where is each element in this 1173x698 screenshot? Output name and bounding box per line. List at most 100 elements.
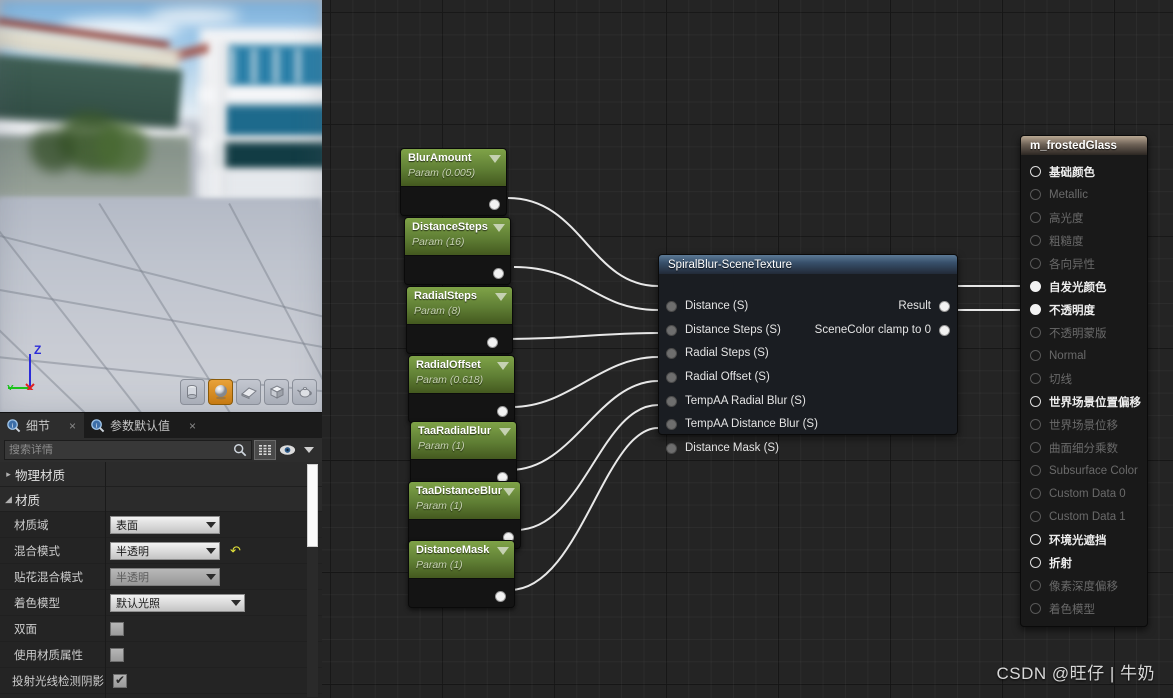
- material-graph-canvas[interactable]: BlurAmount Param (0.005) DistanceSteps P…: [322, 0, 1173, 698]
- column-layout-button[interactable]: [254, 440, 276, 460]
- cast-ray-traced-shadows-checkbox[interactable]: [113, 673, 127, 688]
- node-material-output[interactable]: m_frostedGlass 基础颜色 Metallic 高光度 粗糙度 各向异…: [1020, 135, 1148, 627]
- material-pin-base-color[interactable]: 基础颜色: [1021, 160, 1147, 183]
- blend-mode-combo[interactable]: 半透明: [110, 541, 220, 560]
- input-pin[interactable]: [1030, 327, 1041, 338]
- output-pin[interactable]: [495, 591, 506, 602]
- property-scrollbar-thumb[interactable]: [307, 464, 318, 547]
- node-header[interactable]: DistanceSteps Param (16): [405, 218, 510, 256]
- tab-details-close[interactable]: ×: [69, 419, 76, 433]
- output-pin[interactable]: [939, 300, 950, 312]
- output-pin[interactable]: [939, 324, 950, 336]
- output-pin[interactable]: [493, 268, 504, 279]
- material-domain-combo[interactable]: 表面: [110, 515, 220, 534]
- input-pin[interactable]: [1030, 189, 1041, 200]
- visibility-filter-button[interactable]: [276, 440, 298, 460]
- chevron-down-icon[interactable]: [497, 362, 509, 370]
- input-pin[interactable]: [1030, 488, 1041, 499]
- node-header[interactable]: TaaDistanceBlur Param (1): [409, 482, 520, 520]
- tab-param-defaults-close[interactable]: ×: [189, 419, 196, 433]
- material-pin-refraction[interactable]: 折射: [1021, 551, 1147, 574]
- output-pin[interactable]: [497, 406, 508, 417]
- output-pin-scenecolor-clamp[interactable]: SceneColor clamp to 0: [659, 318, 957, 342]
- node-header[interactable]: m_frostedGlass: [1021, 136, 1147, 155]
- node-taa-radial-blur[interactable]: TaaRadialBlur Param (1): [410, 421, 517, 489]
- material-pin-opacity[interactable]: 不透明度: [1021, 298, 1147, 321]
- input-pin[interactable]: [666, 395, 677, 407]
- material-pin-custom-data-0[interactable]: Custom Data 0: [1021, 482, 1147, 505]
- search-input-wrapper[interactable]: [4, 440, 252, 460]
- input-pin[interactable]: [666, 347, 677, 359]
- node-radial-offset[interactable]: RadialOffset Param (0.618): [408, 355, 515, 423]
- input-pin[interactable]: [1030, 235, 1041, 246]
- chevron-down-icon[interactable]: [497, 547, 509, 555]
- output-pin[interactable]: [487, 337, 498, 348]
- cube-shape-button[interactable]: [264, 379, 289, 405]
- material-pin-specular[interactable]: 高光度: [1021, 206, 1147, 229]
- input-pin[interactable]: [1030, 350, 1041, 361]
- input-pin[interactable]: [666, 442, 677, 454]
- input-pin-radial-steps[interactable]: Radial Steps (S): [659, 341, 957, 365]
- material-pin-shading-model[interactable]: 着色模型: [1021, 597, 1147, 620]
- material-pin-ambient-occlusion[interactable]: 环境光遮挡: [1021, 528, 1147, 551]
- two-sided-checkbox[interactable]: [110, 621, 124, 636]
- output-pin-result[interactable]: Result: [659, 294, 957, 318]
- input-pin[interactable]: [1030, 258, 1041, 269]
- chevron-down-icon[interactable]: [499, 428, 511, 436]
- material-pin-world-displacement[interactable]: 世界场景位移: [1021, 413, 1147, 436]
- input-pin[interactable]: [1030, 580, 1041, 591]
- chevron-down-icon[interactable]: [489, 155, 501, 163]
- shading-model-combo[interactable]: 默认光照: [110, 593, 245, 612]
- input-pin[interactable]: [1030, 511, 1041, 522]
- node-header[interactable]: RadialOffset Param (0.618): [409, 356, 514, 394]
- input-pin[interactable]: [1030, 603, 1041, 614]
- category-physical-material[interactable]: ▸ 物理材质: [0, 462, 322, 487]
- material-pin-anisotropy[interactable]: 各向异性: [1021, 252, 1147, 275]
- material-pin-tessellation-multiplier[interactable]: 曲面细分乘数: [1021, 436, 1147, 459]
- material-pin-metallic[interactable]: Metallic: [1021, 183, 1147, 206]
- node-taa-distance-blur[interactable]: TaaDistanceBlur Param (1): [408, 481, 521, 549]
- input-pin[interactable]: [1030, 465, 1041, 476]
- node-radial-steps[interactable]: RadialSteps Param (8): [406, 286, 513, 354]
- preview-shape-toolbar[interactable]: [180, 379, 317, 405]
- input-pin[interactable]: [1030, 281, 1041, 292]
- chevron-down-icon[interactable]: [495, 293, 507, 301]
- plane-shape-button[interactable]: [236, 379, 261, 405]
- node-spiral-blur-scene-texture[interactable]: SpiralBlur-SceneTexture Distance (S) Dis…: [658, 254, 958, 454]
- input-pin[interactable]: [666, 371, 677, 383]
- node-header[interactable]: RadialSteps Param (8): [407, 287, 512, 325]
- material-pin-emissive-color[interactable]: 自发光颜色: [1021, 275, 1147, 298]
- material-pin-pixel-depth-offset[interactable]: 像素深度偏移: [1021, 574, 1147, 597]
- material-pin-roughness[interactable]: 粗糙度: [1021, 229, 1147, 252]
- output-pin[interactable]: [489, 199, 500, 210]
- material-pin-opacity-mask[interactable]: 不透明蒙版: [1021, 321, 1147, 344]
- tab-param-defaults[interactable]: i 参数默认值 ×: [84, 413, 205, 438]
- category-material[interactable]: ◢ 材质: [0, 487, 322, 512]
- input-pin[interactable]: [1030, 419, 1041, 430]
- node-blur-amount[interactable]: BlurAmount Param (0.005): [400, 148, 507, 216]
- input-pin-tempaa-radial-blur[interactable]: TempAA Radial Blur (S): [659, 389, 957, 413]
- input-pin[interactable]: [1030, 557, 1041, 568]
- reset-to-default-icon[interactable]: ↶: [230, 543, 241, 559]
- input-pin[interactable]: [1030, 396, 1041, 407]
- input-pin-tempaa-distance-blur[interactable]: TempAA Distance Blur (S): [659, 412, 957, 436]
- input-pin[interactable]: [1030, 373, 1041, 384]
- material-pin-world-position-offset[interactable]: 世界场景位置偏移: [1021, 390, 1147, 413]
- input-pin[interactable]: [1030, 166, 1041, 177]
- material-preview-viewport[interactable]: Z Y: [0, 0, 322, 412]
- node-header[interactable]: SpiralBlur-SceneTexture: [659, 255, 957, 274]
- chevron-down-icon[interactable]: [503, 488, 515, 496]
- chevron-down-icon[interactable]: [493, 224, 505, 232]
- expand-triangle-icon[interactable]: ▸: [2, 469, 15, 480]
- cylinder-shape-button[interactable]: [180, 379, 205, 405]
- input-pin[interactable]: [1030, 442, 1041, 453]
- node-distance-mask[interactable]: DistanceMask Param (1): [408, 540, 515, 608]
- input-pin-distance-mask[interactable]: Distance Mask (S): [659, 436, 957, 460]
- node-header[interactable]: DistanceMask Param (1): [409, 541, 514, 579]
- search-input[interactable]: [9, 444, 233, 456]
- material-pin-custom-data-1[interactable]: Custom Data 1: [1021, 505, 1147, 528]
- property-list[interactable]: ▸ 物理材质 ◢ 材质 材质域 表面 混合模式 半透明 ↶ 贴花混合模式 半透明…: [0, 462, 322, 698]
- tab-details[interactable]: i 细节 ×: [0, 413, 85, 438]
- input-pin-radial-offset[interactable]: Radial Offset (S): [659, 365, 957, 389]
- material-pin-tangent[interactable]: 切线: [1021, 367, 1147, 390]
